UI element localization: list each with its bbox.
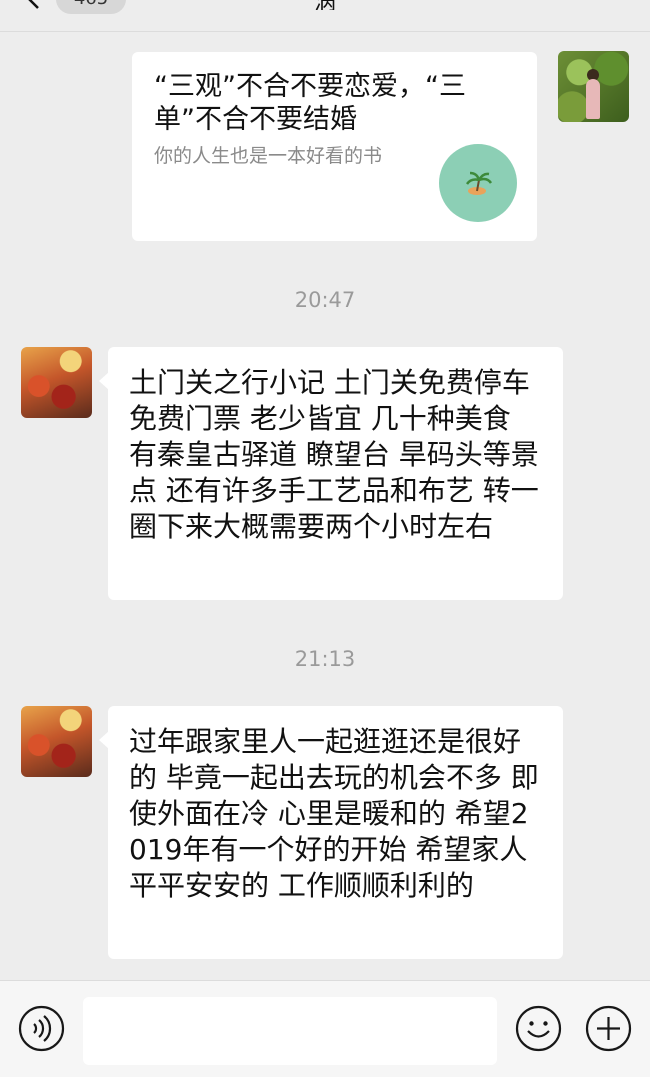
chevron-left-icon[interactable] — [22, 0, 46, 10]
shared-article-card[interactable]: “三观”不合不要恋爱，“三单”不合不要结婚 你的人生也是一本好看的书 — [132, 52, 537, 241]
timestamp: 21:13 — [294, 647, 356, 671]
message-bubble[interactable]: 土门关之行小记 土门关免费停车 免费门票 老少皆宜 几十种美食 有秦皇古驿道 瞭… — [99, 347, 563, 600]
contact-avatar[interactable] — [21, 347, 92, 418]
article-thumbnail — [439, 144, 517, 222]
voice-icon[interactable] — [18, 1005, 65, 1052]
self-avatar[interactable] — [558, 51, 629, 122]
emoji-icon[interactable] — [515, 1005, 562, 1052]
palm-tree-icon — [465, 171, 493, 195]
message-bubble[interactable]: 过年跟家里人一起逛逛还是很好的 毕竟一起出去玩的机会不多 即使外面在冷 心里是暖… — [99, 706, 563, 959]
timestamp: 20:47 — [294, 288, 356, 312]
contact-avatar[interactable] — [21, 706, 92, 777]
plus-icon[interactable] — [585, 1005, 632, 1052]
message-input[interactable] — [83, 997, 497, 1065]
article-description: 你的人生也是一本好看的书 — [154, 145, 383, 167]
chat-header: 465 涡 — [0, 0, 650, 32]
chat-input-bar — [0, 980, 650, 1077]
chat-title: 涡 — [300, 0, 350, 10]
unread-count-badge[interactable]: 465 — [56, 0, 126, 14]
article-title: “三观”不合不要恋爱，“三单”不合不要结婚 — [154, 71, 466, 135]
